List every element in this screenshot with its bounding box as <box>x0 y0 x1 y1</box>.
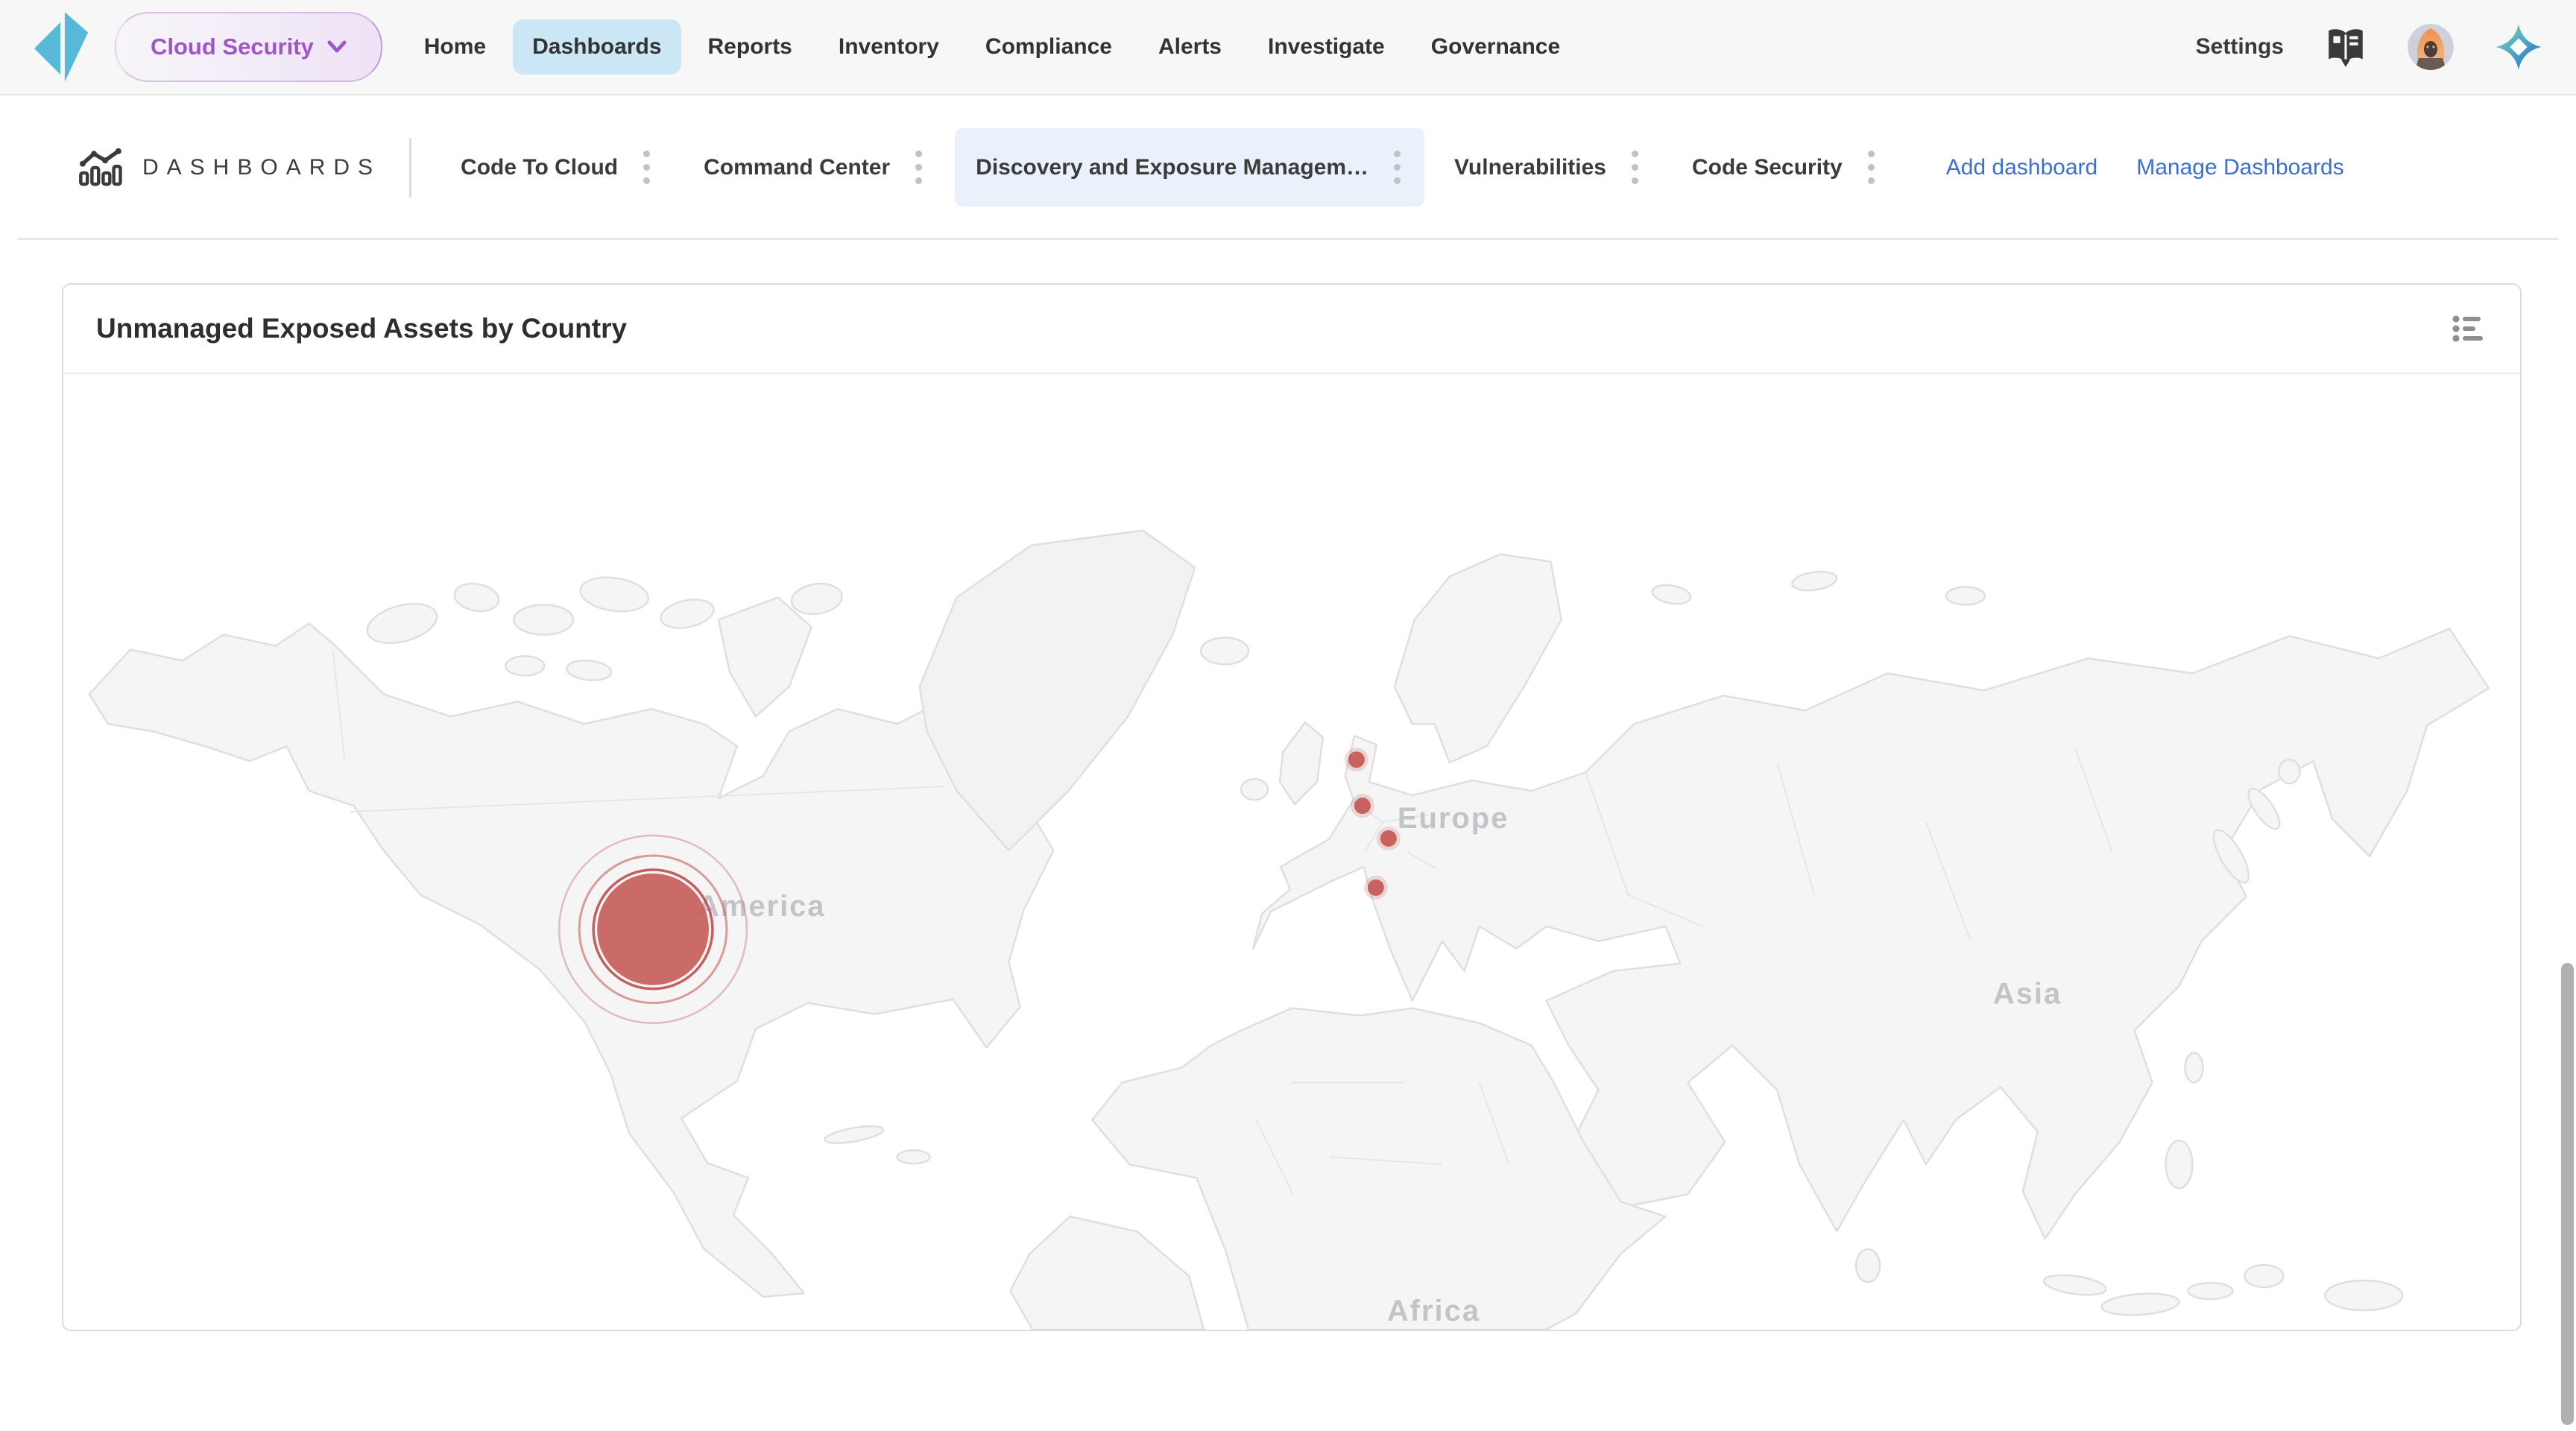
unmanaged-exposed-assets-widget: Unmanaged Exposed Assets by Country <box>62 283 2522 1331</box>
nav-item-investigate[interactable]: Investigate <box>1248 19 1404 75</box>
world-map-container: America Europe Asia Africa <box>63 374 2520 1330</box>
tab-code-security[interactable]: Code Security <box>1671 128 1898 206</box>
nav-item-alerts[interactable]: Alerts <box>1139 19 1241 75</box>
ai-sparkle-icon[interactable] <box>2494 22 2543 72</box>
dashboards-section-label: DASHBOARDS <box>142 155 381 180</box>
arctic-islands <box>363 573 844 716</box>
tab-menu-kebab-icon[interactable] <box>1865 148 1878 187</box>
nav-item-inventory[interactable]: Inventory <box>819 19 959 75</box>
landmasses <box>89 531 2489 1330</box>
manage-dashboards-link[interactable]: Manage Dashboards <box>2136 155 2344 180</box>
prisma-cloud-logo-icon <box>33 10 91 83</box>
tab-label: Command Center <box>704 155 890 180</box>
nav-item-dashboards[interactable]: Dashboards <box>513 19 681 75</box>
tab-label: Vulnerabilities <box>1454 155 1606 180</box>
landmass-scandinavia <box>1395 555 1562 763</box>
user-avatar[interactable] <box>2408 24 2454 70</box>
nav-item-home[interactable]: Home <box>405 19 505 75</box>
nav-item-reports[interactable]: Reports <box>689 19 812 75</box>
tab-label: Code Security <box>1692 155 1843 180</box>
settings-button[interactable]: Settings <box>2196 34 2284 60</box>
landmass-south-america <box>1010 1216 1204 1330</box>
analytics-chart-icon <box>77 147 123 189</box>
world-map: America Europe Asia Africa <box>63 374 2520 1330</box>
product-switcher[interactable]: Cloud Security <box>115 12 382 82</box>
nav-item-governance[interactable]: Governance <box>1412 19 1579 75</box>
dashboards-tab-bar: DASHBOARDS Code To Cloud Command Center … <box>77 128 2546 206</box>
book-glyph <box>2324 25 2367 69</box>
add-dashboard-link[interactable]: Add dashboard <box>1946 155 2098 180</box>
nav-item-compliance[interactable]: Compliance <box>966 19 1131 75</box>
tab-menu-kebab-icon[interactable] <box>640 148 653 187</box>
marker-germany[interactable] <box>1351 794 1374 818</box>
tab-vulnerabilities[interactable]: Vulnerabilities <box>1433 128 1662 206</box>
marker-denmark[interactable] <box>1345 748 1368 771</box>
chevron-down-icon <box>327 40 347 54</box>
legend-list-icon[interactable] <box>2452 313 2487 344</box>
prisma-cloud-logo[interactable] <box>33 10 92 84</box>
topnav-right-cluster: Settings <box>2196 22 2543 72</box>
dashboards-section: DASHBOARDS <box>77 147 381 189</box>
main-nav: Home Dashboards Reports Inventory Compli… <box>405 19 1579 75</box>
docs-book-icon[interactable] <box>2324 25 2367 69</box>
marker-austria[interactable] <box>1377 827 1401 850</box>
sparkle-glyph <box>2494 22 2543 72</box>
tab-command-center[interactable]: Command Center <box>683 128 946 206</box>
avatar-image <box>2408 24 2454 70</box>
top-navigation-bar: Cloud Security Home Dashboards Reports I… <box>0 0 2576 95</box>
label-africa: Africa <box>1387 1295 1480 1327</box>
section-divider <box>409 138 411 198</box>
tab-menu-kebab-icon[interactable] <box>1391 148 1404 187</box>
vertical-scrollbar[interactable] <box>2561 963 2574 1425</box>
tab-label: Code To Cloud <box>461 155 618 180</box>
landmass-uk <box>1280 722 1323 804</box>
list-glyph <box>2452 313 2487 344</box>
marker-italy[interactable] <box>1364 876 1388 900</box>
tab-menu-kebab-icon[interactable] <box>912 148 925 187</box>
tab-code-to-cloud[interactable]: Code To Cloud <box>440 128 674 206</box>
tab-menu-kebab-icon[interactable] <box>1629 148 1641 187</box>
tab-discovery-and-exposure-management[interactable]: Discovery and Exposure Managem… <box>955 128 1424 206</box>
widget-title: Unmanaged Exposed Assets by Country <box>96 313 627 344</box>
landmass-indonesia <box>2043 1265 2403 1317</box>
tab-label: Discovery and Exposure Managem… <box>976 155 1368 180</box>
tabbar-divider <box>17 238 2559 240</box>
label-europe: Europe <box>1398 802 1509 835</box>
product-switcher-label: Cloud Security <box>151 34 314 60</box>
landmass-iceland <box>1201 637 1248 664</box>
label-asia: Asia <box>1993 978 2062 1011</box>
widget-header: Unmanaged Exposed Assets by Country <box>63 285 2520 374</box>
landmass-north-america <box>89 623 1053 1297</box>
